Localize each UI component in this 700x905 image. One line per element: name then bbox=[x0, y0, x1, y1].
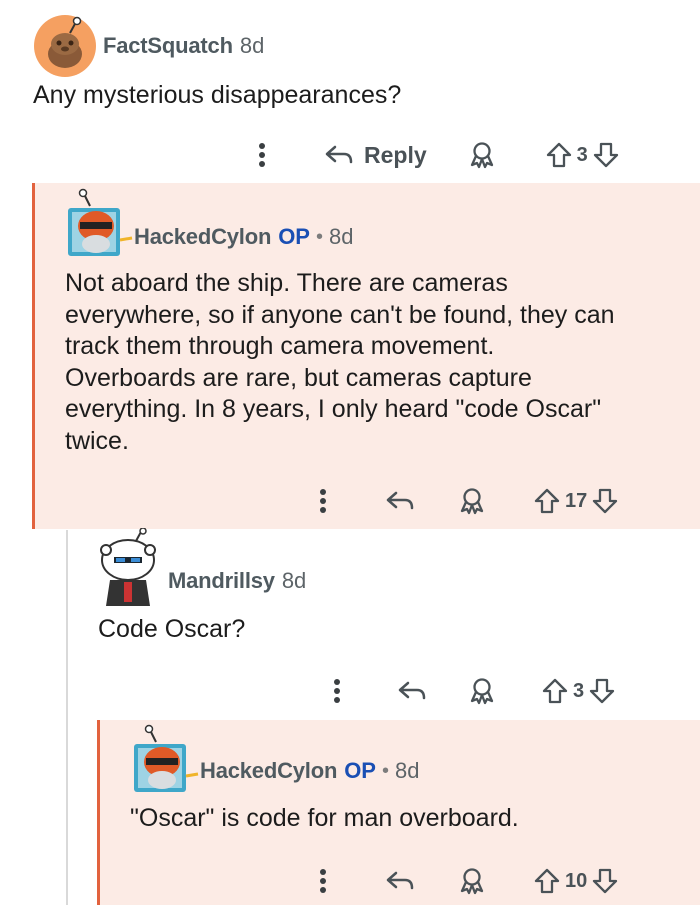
reply-arrow-icon[interactable] bbox=[385, 490, 415, 512]
vote-count: 3 bbox=[576, 143, 588, 166]
thread-line bbox=[32, 183, 35, 529]
reply-button[interactable]: Reply bbox=[324, 142, 427, 169]
comment-actions: Reply 3 bbox=[252, 140, 620, 170]
comment-body: "Oscar" is code for man overboard. bbox=[130, 804, 519, 832]
downvote-arrow-icon[interactable] bbox=[592, 141, 620, 169]
op-badge: OP bbox=[344, 758, 376, 783]
more-vertical-icon[interactable] bbox=[313, 868, 333, 894]
separator-dot: • bbox=[381, 759, 389, 782]
thread-line bbox=[97, 720, 100, 905]
reply-label: Reply bbox=[364, 141, 427, 168]
comment-meta: Mandrillsy 8d bbox=[168, 568, 306, 594]
thread-line bbox=[66, 530, 68, 905]
comment-meta: FactSquatch 8d bbox=[103, 33, 264, 59]
timestamp: 8d bbox=[329, 224, 354, 249]
upvote-arrow-icon[interactable] bbox=[533, 867, 561, 895]
downvote-arrow-icon[interactable] bbox=[588, 677, 616, 705]
comment-meta: HackedCylon OP • 8d bbox=[134, 224, 353, 250]
comment-actions: 17 bbox=[313, 486, 619, 516]
comment-meta: HackedCylon OP • 8d bbox=[200, 758, 419, 784]
username[interactable]: FactSquatch bbox=[103, 33, 233, 59]
timestamp: 8d bbox=[395, 758, 420, 783]
vote-count: 3 bbox=[573, 679, 585, 702]
avatar[interactable] bbox=[33, 14, 97, 78]
award-icon[interactable] bbox=[467, 140, 497, 170]
award-icon[interactable] bbox=[457, 486, 487, 516]
vote-count: 10 bbox=[565, 869, 588, 892]
avatar[interactable] bbox=[98, 527, 160, 608]
timestamp: 8d bbox=[239, 33, 265, 58]
award-icon[interactable] bbox=[467, 676, 497, 706]
comment-actions: 3 bbox=[327, 676, 616, 706]
avatar[interactable] bbox=[132, 722, 200, 794]
upvote-arrow-icon[interactable] bbox=[545, 141, 573, 169]
more-vertical-icon[interactable] bbox=[327, 678, 347, 704]
username[interactable]: HackedCylon bbox=[200, 758, 337, 784]
reply-arrow-icon[interactable] bbox=[397, 680, 427, 702]
avatar[interactable] bbox=[66, 186, 134, 258]
award-icon[interactable] bbox=[457, 866, 487, 896]
reply-arrow-icon[interactable] bbox=[385, 870, 415, 892]
downvote-arrow-icon[interactable] bbox=[591, 487, 619, 515]
separator-dot: • bbox=[315, 225, 323, 248]
more-vertical-icon[interactable] bbox=[252, 142, 272, 168]
comment-body: Not aboard the ship. There are cameras e… bbox=[65, 269, 615, 455]
upvote-arrow-icon[interactable] bbox=[541, 677, 569, 705]
username[interactable]: Mandrillsy bbox=[168, 568, 275, 594]
comment-actions: 10 bbox=[313, 866, 619, 896]
op-badge: OP bbox=[278, 224, 310, 249]
reply-arrow-icon bbox=[324, 144, 354, 166]
vote-count: 17 bbox=[565, 489, 588, 512]
more-vertical-icon[interactable] bbox=[313, 488, 333, 514]
timestamp: 8d bbox=[281, 568, 307, 593]
comment-body: Code Oscar? bbox=[98, 615, 246, 643]
downvote-arrow-icon[interactable] bbox=[591, 867, 619, 895]
comment-body: Any mysterious disappearances? bbox=[33, 81, 402, 109]
username[interactable]: HackedCylon bbox=[134, 224, 271, 250]
upvote-arrow-icon[interactable] bbox=[533, 487, 561, 515]
